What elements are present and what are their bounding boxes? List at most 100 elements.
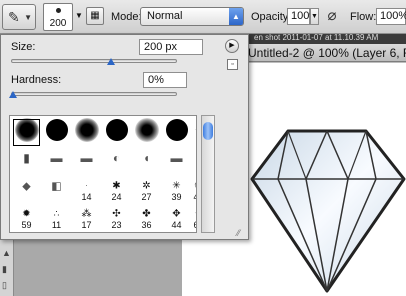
scatter-brush-icon: ∴ — [53, 208, 60, 219]
hardness-slider-track[interactable] — [11, 92, 177, 96]
scatter-brush-icon: ✱ — [112, 180, 121, 192]
brush-preset-picker[interactable]: 200 — [43, 3, 73, 31]
preset-24[interactable]: ✱ 24 — [103, 175, 130, 202]
scatter-brush-icon: ✥ — [172, 208, 181, 220]
preset-crayon[interactable]: ▬ — [73, 147, 100, 174]
hardness-slider-thumb[interactable] — [9, 91, 17, 100]
tool-icon[interactable]: ▯ — [2, 280, 7, 291]
preset-soft-round[interactable] — [133, 117, 160, 146]
document-title-bar[interactable]: Untitled-2 @ 100% (Layer 6, RG — [248, 44, 406, 62]
marker-icon: ▬ — [50, 150, 63, 165]
preset-size: 11 — [51, 220, 62, 230]
preset-round-point[interactable]: ◆ — [13, 175, 40, 202]
preset-scrollbar[interactable] — [201, 115, 215, 233]
stiff-brush-icon: ◧ — [51, 180, 62, 193]
preset-hard-round[interactable] — [103, 118, 130, 146]
bristle-brush-icon: ◖ — [142, 150, 151, 165]
soft-round-brush-icon — [14, 117, 39, 142]
airbrush-icon[interactable]: ⌀ — [322, 6, 342, 28]
soft-round-brush-icon — [74, 117, 99, 142]
document-title: Untitled-2 @ 100% (Layer 6, RG — [248, 46, 406, 60]
scatter-brush-icon: · — [85, 182, 88, 190]
flow-input[interactable]: 100% — [376, 8, 406, 25]
size-label: Size: — [11, 41, 36, 53]
brush-picker-panel: Size: 200 px ▶ ▫ Hardness: 0% ◄ ▮ ▬ — [0, 34, 249, 240]
scatter-brush-icon: ✦ — [194, 208, 196, 219]
preset-stiff[interactable]: ◧ — [43, 175, 70, 202]
hardness-input[interactable]: 0% — [143, 72, 187, 88]
background-window-text: en shot 2011-01-07 at 11.10.39 AM — [254, 34, 379, 42]
chevron-down-icon[interactable]: ▼ — [75, 11, 83, 20]
size-input[interactable]: 200 px — [139, 39, 203, 55]
brush-size-readout: 200 — [49, 18, 67, 29]
size-slider-track[interactable] — [11, 59, 177, 63]
workspace-background — [0, 236, 182, 296]
preset-fan[interactable]: ◐ — [103, 147, 130, 174]
preset-size: 60 — [185, 220, 196, 230]
fan-brush-icon: ◐ — [112, 150, 121, 165]
mode-value: Normal — [147, 10, 183, 22]
tools-panel: ▲ ▮ ▯ — [0, 236, 14, 296]
preset-chalk[interactable]: ▮ — [13, 147, 40, 174]
crayon-icon: ▬ — [80, 150, 93, 165]
mode-label: Mode: — [111, 11, 142, 23]
preset-hard-round[interactable] — [43, 118, 70, 146]
preset-23[interactable]: ✣ 23 — [103, 203, 130, 230]
scatter-brush-icon: ⁂ — [81, 208, 92, 220]
preset-size: 24 — [111, 192, 122, 202]
diamond-artwork — [250, 129, 406, 293]
chevron-down-icon: ▼ — [24, 13, 32, 22]
background-window-title: en shot 2011-01-07 at 11.10.39 AM — [248, 34, 406, 44]
hard-round-brush-icon — [105, 118, 128, 141]
brush-icon: ✎ — [8, 9, 20, 25]
resize-grip-icon[interactable]: ⁄⁄ — [237, 228, 240, 238]
preset-bristle[interactable]: ◖ — [133, 147, 160, 174]
flat-brush-icon: ▬ — [170, 150, 183, 165]
brush-preset-grid: ◄ ▮ ▬ ▬ ◐ ◖ ▬ ◆ ◧ · 14 ✱ 24 ✲ 27 ✳ 39 ✺ … — [9, 115, 197, 233]
flow-label: Flow: — [350, 11, 377, 23]
preset-14[interactable]: · 14 — [73, 175, 100, 202]
mode-select[interactable]: Normal ▲ — [140, 7, 244, 26]
new-preset-icon[interactable]: ▫ — [227, 59, 238, 70]
preset-36[interactable]: ✤ 36 — [133, 203, 160, 230]
hard-round-brush-icon — [45, 118, 68, 141]
chevron-updown-icon: ▲ — [229, 8, 243, 25]
preset-size: 14 — [81, 192, 92, 202]
preset-27[interactable]: ✲ 27 — [133, 175, 160, 202]
preset-size: 23 — [111, 220, 122, 230]
preset-soft-round[interactable] — [73, 117, 100, 146]
preset-59[interactable]: ✹ 59 — [13, 203, 40, 230]
preset-size: 46 — [185, 192, 196, 202]
panel-menu-icon[interactable]: ▶ — [225, 39, 239, 53]
brush-panel-toggle-icon[interactable]: ▦ — [86, 7, 104, 25]
preset-11[interactable]: ∴ 11 — [43, 203, 70, 230]
options-bar: ✎ ▼ 200 ▼ ▦ Mode: Normal ▲ Opacity: 100%… — [0, 0, 406, 34]
preset-60[interactable]: ✦ 60 — [185, 203, 196, 230]
tool-preset-picker[interactable]: ✎ ▼ — [2, 4, 36, 30]
scatter-brush-icon: ✹ — [22, 208, 31, 220]
preset-size: 17 — [81, 220, 92, 230]
chalk-icon: ▮ — [23, 150, 30, 165]
opacity-dropdown-icon[interactable]: ▼ — [310, 8, 319, 25]
tool-icon[interactable]: ▲ — [2, 248, 11, 258]
size-slider-thumb[interactable] — [106, 58, 115, 67]
preset-marker[interactable]: ▬ — [43, 147, 70, 174]
scatter-brush-icon: ✤ — [142, 208, 151, 220]
preset-flat[interactable]: ▬ — [163, 147, 190, 174]
round-point-icon: ◆ — [22, 180, 31, 193]
scatter-brush-icon: ✺ — [194, 180, 196, 191]
pen-tip-icon: ◄ — [194, 124, 196, 135]
brush-dot-icon — [56, 8, 61, 13]
opacity-input[interactable]: 100% — [287, 8, 319, 25]
scrollbar-thumb[interactable] — [203, 122, 213, 140]
preset-46[interactable]: ✺ 46 — [185, 175, 196, 202]
preset-size: 27 — [141, 192, 152, 202]
preset-calligraphic[interactable]: ◄ — [185, 119, 196, 146]
tool-icon[interactable]: ▮ — [2, 264, 7, 275]
preset-soft-round[interactable] — [13, 117, 40, 146]
preset-size: 59 — [21, 220, 32, 230]
opacity-label: Opacity: — [251, 11, 292, 23]
hardness-label: Hardness: — [11, 74, 62, 86]
scatter-brush-icon: ✲ — [142, 180, 151, 192]
preset-17[interactable]: ⁂ 17 — [73, 203, 100, 230]
